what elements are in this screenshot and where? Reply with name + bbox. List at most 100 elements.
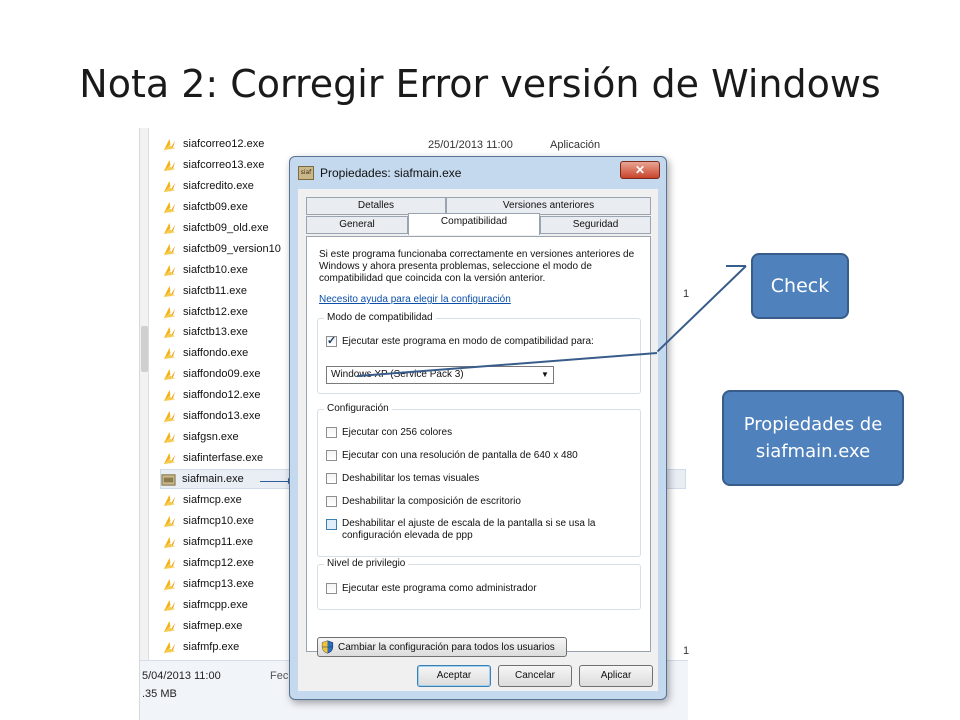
group-label: Configuración <box>324 403 392 414</box>
app-icon: siaf <box>298 166 314 180</box>
checkbox[interactable] <box>326 519 337 530</box>
file-size-partial: 1 <box>683 645 690 657</box>
file-name: siafcorreo12.exe <box>183 138 265 150</box>
file-fan-icon <box>163 410 176 422</box>
file-fan-icon <box>163 599 176 611</box>
file-type: Aplicación <box>550 139 601 151</box>
close-button[interactable]: ✕ <box>620 161 660 179</box>
file-name: siaffondo.exe <box>183 347 249 359</box>
status-date: 5/04/2013 11:00 <box>142 670 221 682</box>
callout-properties: Propiedades de siafmain.exe <box>722 390 904 486</box>
apply-button[interactable]: Aplicar <box>579 665 653 687</box>
file-fan-icon <box>163 222 176 234</box>
checkbox[interactable] <box>326 583 337 594</box>
checkbox[interactable] <box>326 496 337 507</box>
option-256-colors[interactable]: Ejecutar con 256 colores <box>326 427 452 438</box>
file-name: siafctb11.exe <box>183 285 248 297</box>
button-label: Cambiar la configuración para todos los … <box>338 641 555 653</box>
cancel-button[interactable]: Cancelar <box>498 665 572 687</box>
option-640x480[interactable]: Ejecutar con una resolución de pantalla … <box>326 450 578 461</box>
option-label: Deshabilitar el ajuste de escala de la p… <box>342 518 596 541</box>
change-all-users-button[interactable]: Cambiar la configuración para todos los … <box>317 637 567 657</box>
select-value: Windows XP (Service Pack 3) <box>331 369 464 380</box>
uac-shield-icon <box>321 640 334 654</box>
exe-app-icon <box>161 473 176 486</box>
group-label: Modo de compatibilidad <box>324 312 436 323</box>
status-label: Fec <box>270 670 289 682</box>
file-name: siafctb09.exe <box>183 201 248 213</box>
scrollbar-thumb[interactable] <box>141 326 148 372</box>
dialog-title: Propiedades: siafmain.exe <box>320 166 462 180</box>
file-row[interactable]: siafcorreo12.exe <box>162 134 682 154</box>
file-fan-icon <box>163 452 176 464</box>
tab-compatibilidad[interactable]: Compatibilidad <box>408 213 540 235</box>
file-name: siafcredito.exe <box>183 180 254 192</box>
option-disable-dpi-scaling[interactable]: Deshabilitar el ajuste de escala de la p… <box>326 518 626 542</box>
explorer-scrollbar[interactable] <box>140 128 149 660</box>
file-fan-icon <box>163 347 176 359</box>
dialog-body: Detalles Versiones anteriores General Co… <box>298 189 658 691</box>
compatibility-panel: Si este programa funcionaba correctament… <box>306 236 651 657</box>
file-name: siafmep.exe <box>183 620 243 632</box>
ok-button[interactable]: Aceptar <box>417 665 491 687</box>
chevron-down-icon: ▼ <box>541 370 549 379</box>
file-name: siaffondo09.exe <box>183 368 261 380</box>
file-fan-icon <box>163 515 176 527</box>
file-fan-icon <box>163 368 176 380</box>
file-name: siafinterfase.exe <box>183 452 264 464</box>
privilege-group: Nivel de privilegio Ejecutar este progra… <box>317 558 641 610</box>
file-name: siafmcp10.exe <box>183 515 254 527</box>
file-fan-icon <box>163 389 176 401</box>
file-fan-icon <box>163 557 176 569</box>
callout-label: Check <box>770 275 830 297</box>
properties-dialog: siaf Propiedades: siafmain.exe ✕ Detalle… <box>289 156 667 700</box>
file-name: siafctb09_old.exe <box>183 222 269 234</box>
file-fan-icon <box>163 494 176 506</box>
file-fan-icon <box>163 159 176 171</box>
file-name: siafmfp.exe <box>183 641 240 653</box>
file-name: siafctb12.exe <box>183 306 248 318</box>
status-size: .35 MB <box>142 688 177 700</box>
compat-mode-option[interactable]: Ejecutar este programa en modo de compat… <box>326 334 594 347</box>
file-name: siafmcp12.exe <box>183 557 254 569</box>
file-name: siafctb09_version10 <box>183 243 281 255</box>
file-size-partial: 1 <box>683 288 690 300</box>
file-fan-icon <box>163 536 176 548</box>
intro-text: Si este programa funcionaba correctament… <box>319 249 635 284</box>
checkbox[interactable] <box>326 427 337 438</box>
help-link[interactable]: Necesito ayuda para elegir la configurac… <box>319 294 511 305</box>
file-name: siafmcp11.exe <box>183 536 254 548</box>
file-name: siafctb13.exe <box>183 326 248 338</box>
slide-title: Nota 2: Corregir Error versión de Window… <box>79 62 881 106</box>
file-name: siafmcpp.exe <box>183 599 248 611</box>
tab-general[interactable]: General <box>306 216 408 234</box>
file-name: siaffondo12.exe <box>183 389 261 401</box>
option-label: Deshabilitar los temas visuales <box>342 473 480 484</box>
file-name: siafgsn.exe <box>183 431 239 443</box>
file-fan-icon <box>163 138 176 150</box>
compat-mode-checkbox[interactable] <box>326 334 337 347</box>
group-label: Nivel de privilegio <box>324 558 409 569</box>
file-name: siafmain.exe <box>182 473 244 485</box>
file-fan-icon <box>163 578 176 590</box>
file-fan-icon <box>163 201 176 213</box>
checkbox[interactable] <box>326 473 337 484</box>
file-name: siafctb10.exe <box>183 264 248 276</box>
option-label: Ejecutar con 256 colores <box>342 427 453 438</box>
option-run-as-admin[interactable]: Ejecutar este programa como administrado… <box>326 583 537 594</box>
file-fan-icon <box>163 641 176 653</box>
file-fan-icon <box>163 243 176 255</box>
file-fan-icon <box>163 180 176 192</box>
file-fan-icon <box>163 431 176 443</box>
callout-label: Propiedades de siafmain.exe <box>743 414 883 462</box>
option-disable-composition[interactable]: Deshabilitar la composición de escritori… <box>326 496 521 507</box>
option-label: Ejecutar con una resolución de pantalla … <box>342 450 578 461</box>
checkbox[interactable] <box>326 450 337 461</box>
file-name: siafmcp13.exe <box>183 578 254 590</box>
dialog-titlebar[interactable]: siaf Propiedades: siafmain.exe ✕ <box>290 157 666 189</box>
option-disable-themes[interactable]: Deshabilitar los temas visuales <box>326 473 479 484</box>
option-label: Deshabilitar la composición de escritori… <box>342 496 521 507</box>
file-fan-icon <box>163 285 176 297</box>
tab-seguridad[interactable]: Seguridad <box>540 216 651 234</box>
file-name: siafcorreo13.exe <box>183 159 265 171</box>
